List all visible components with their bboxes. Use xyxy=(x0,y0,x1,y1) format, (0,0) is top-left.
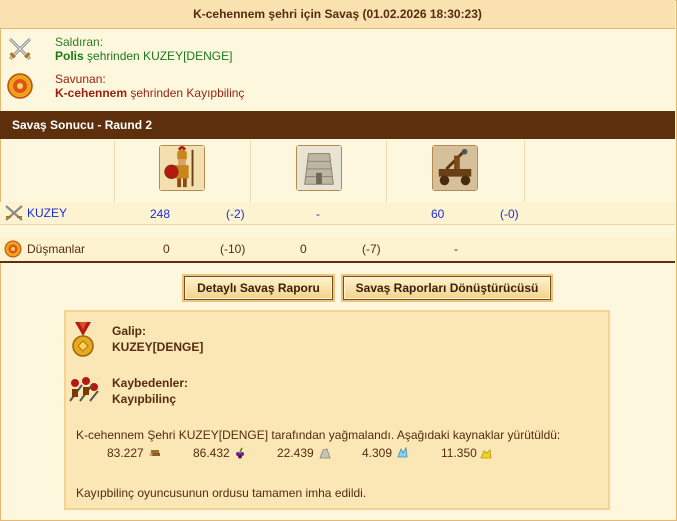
row-attacker-hoplite-loss: (-2) xyxy=(226,207,245,221)
row-attacker-catapult-loss: (-0) xyxy=(500,207,519,221)
defender-origin: şehrinden Kayıpbilinç xyxy=(127,86,245,100)
hoplite-icon xyxy=(159,145,205,191)
row-attacker-hoplite: 248 xyxy=(150,207,171,221)
crystal-icon xyxy=(397,447,408,458)
attacker-label: Saldıran: xyxy=(55,35,104,49)
row-attacker-wall: - xyxy=(316,207,320,221)
crossed-swords-icon xyxy=(5,205,23,221)
wall-icon xyxy=(296,145,342,191)
resource-wood-value: 83.227 xyxy=(107,446,144,460)
marble-icon xyxy=(319,448,331,459)
row-enemies-catapult: - xyxy=(454,242,458,256)
battle-result-header: Savaş Sonucu - Raund 2 xyxy=(0,111,675,139)
loser-label: Kaybedenler: xyxy=(112,376,189,390)
attacker-origin: şehrinden KUZEY[DENGE] xyxy=(83,49,233,63)
army-destroyed-text: Kayıpbilinç oyuncusunun ordusu tamamen i… xyxy=(76,486,367,500)
winner-name: KUZEY[DENGE] xyxy=(112,340,204,354)
defender-section: Savunan: K-cehennem şehrinden Kayıpbilin… xyxy=(0,70,675,106)
attacker-city: Polis xyxy=(55,49,84,63)
wine-icon xyxy=(236,447,244,459)
row-enemies-hoplite: 0 xyxy=(163,242,170,256)
row-enemies-hoplite-loss: (-10) xyxy=(220,242,246,256)
shield-icon xyxy=(4,240,22,258)
defender-label: Savunan: xyxy=(55,72,106,86)
table-row: KUZEY 248 (-2) - 60 (-0) xyxy=(0,202,675,224)
row-attacker-name[interactable]: KUZEY xyxy=(27,206,67,220)
table-bottom-rule xyxy=(0,261,675,263)
catapult-icon xyxy=(432,145,478,191)
battle-summary-panel: Galip: KUZEY[DENGE] Kaybedenler: Kayıpbi… xyxy=(64,310,610,510)
winner-label: Galip: xyxy=(112,324,147,338)
row-enemies-wall: 0 xyxy=(300,242,307,256)
sulfur-icon xyxy=(480,449,492,459)
row-enemies-name: Düşmanlar xyxy=(27,242,86,256)
report-converter-button[interactable]: Savaş Raporları Dönüştürücüsü xyxy=(343,276,551,300)
resource-wine-value: 86.432 xyxy=(193,446,230,460)
resource-marble-value: 22.439 xyxy=(277,446,314,460)
medal-icon xyxy=(72,322,94,357)
resource-crystal-value: 4.309 xyxy=(362,446,393,460)
detailed-report-button[interactable]: Detaylı Savaş Raporu xyxy=(184,276,333,300)
report-title: K-cehennem şehri için Savaş (01.02.2026 … xyxy=(0,0,675,29)
shield-icon xyxy=(7,73,33,99)
plunder-text: K-cehennem Şehri KUZEY[DENGE] tarafından… xyxy=(76,428,561,442)
loser-name: Kayıpbilinç xyxy=(112,392,177,406)
row-attacker-catapult: 60 xyxy=(431,207,445,221)
resource-sulfur-value: 11.350 xyxy=(441,446,477,460)
defender-city: K-cehennem xyxy=(55,86,128,100)
table-row: Düşmanlar 0 (-10) 0 (-7) - xyxy=(0,237,675,261)
row-enemies-wall-loss: (-7) xyxy=(362,242,381,256)
crossed-swords-icon xyxy=(8,37,32,61)
defeated-soldiers-icon xyxy=(69,377,99,402)
wood-icon xyxy=(149,450,160,456)
attacker-section: Saldıran: Polis şehrinden KUZEY[DENGE] xyxy=(0,33,675,69)
